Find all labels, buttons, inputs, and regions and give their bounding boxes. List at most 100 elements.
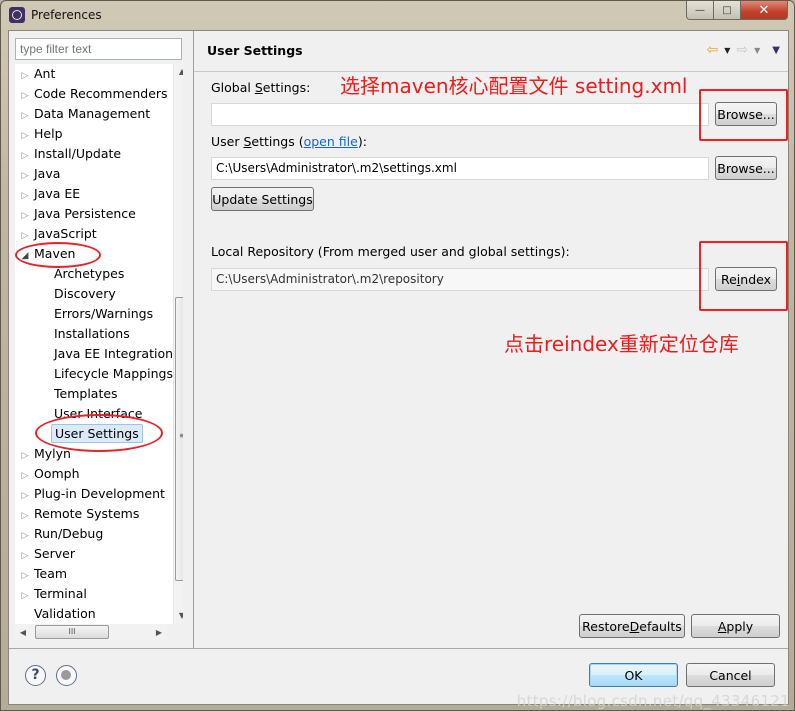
collapsed-twisty-icon[interactable]: ▷ bbox=[19, 86, 31, 106]
collapsed-twisty-icon[interactable]: ▷ bbox=[19, 146, 31, 166]
tree-item[interactable]: ▷ Java EE bbox=[19, 184, 83, 204]
title-bar[interactable]: Preferences — □ ✕ bbox=[1, 1, 794, 31]
collapsed-twisty-icon[interactable]: ▷ bbox=[19, 166, 31, 186]
hscroll-grip-icon: III bbox=[68, 627, 76, 636]
global-settings-input[interactable] bbox=[211, 103, 709, 126]
tree-item-label: Oomph bbox=[34, 466, 80, 481]
collapsed-twisty-icon[interactable]: ▷ bbox=[19, 226, 31, 246]
collapsed-twisty-icon[interactable]: ▷ bbox=[19, 126, 31, 146]
tree-item[interactable]: ▷ Oomph bbox=[19, 464, 83, 484]
forward-history-dropdown-icon[interactable]: ▼ bbox=[754, 46, 760, 55]
tree-item[interactable]: Lifecycle Mappings bbox=[51, 364, 176, 384]
collapsed-twisty-icon[interactable]: ▷ bbox=[19, 66, 31, 86]
tree-item-label: Plug-in Development bbox=[34, 486, 165, 501]
tree-item-label: Help bbox=[34, 126, 63, 141]
local-repository-label: Local Repository (From merged user and g… bbox=[211, 244, 570, 259]
page-title: User Settings bbox=[207, 43, 303, 58]
close-icon: ✕ bbox=[758, 2, 770, 18]
scroll-left-icon[interactable]: ◀ bbox=[15, 624, 31, 641]
collapsed-twisty-icon[interactable]: ▷ bbox=[19, 566, 31, 586]
user-settings-label: User Settings (open file): bbox=[211, 134, 367, 149]
back-arrow-icon[interactable]: ⇦ bbox=[707, 43, 719, 57]
tree-item[interactable]: Validation bbox=[19, 604, 99, 624]
collapsed-twisty-icon[interactable]: ▷ bbox=[19, 106, 31, 126]
annotation-box-browse bbox=[699, 89, 788, 141]
back-history-dropdown-icon[interactable]: ▼ bbox=[724, 46, 730, 55]
filter-input[interactable] bbox=[15, 38, 182, 60]
import-export-icon[interactable] bbox=[56, 665, 77, 686]
tree-item-label: Code Recommenders bbox=[34, 86, 168, 101]
tree-item[interactable]: ▷ Help bbox=[19, 124, 66, 144]
open-file-link[interactable]: open file bbox=[304, 134, 358, 149]
local-repository-field: C:\Users\Administrator\.m2\repository bbox=[211, 268, 709, 291]
collapsed-twisty-icon[interactable]: ▷ bbox=[19, 586, 31, 606]
tree-item[interactable]: Installations bbox=[51, 324, 133, 344]
tree-scroll-thumb[interactable]: ≡ bbox=[175, 297, 183, 581]
annotation-ellipse-user-settings bbox=[35, 414, 163, 452]
collapsed-twisty-icon[interactable]: ▷ bbox=[19, 506, 31, 526]
update-settings-button[interactable]: Update Settings bbox=[211, 187, 314, 211]
tree-item[interactable]: ▷ Terminal bbox=[19, 584, 90, 604]
global-settings-label: Global Settings: bbox=[211, 80, 310, 95]
collapsed-twisty-icon[interactable]: ▷ bbox=[19, 466, 31, 486]
collapsed-twisty-icon[interactable]: ▷ bbox=[19, 446, 31, 466]
tree-vertical-scrollbar[interactable]: ▲ ≡ ▼ bbox=[173, 64, 183, 624]
user-settings-input[interactable]: C:\Users\Administrator\.m2\settings.xml bbox=[211, 157, 709, 180]
tree-item[interactable]: Errors/Warnings bbox=[51, 304, 156, 324]
help-icon[interactable]: ? bbox=[25, 665, 46, 686]
tree-item[interactable]: Java EE Integration bbox=[51, 344, 176, 364]
tree-item-label: Java bbox=[34, 166, 61, 181]
maximize-button[interactable]: □ bbox=[714, 1, 741, 20]
close-button[interactable]: ✕ bbox=[741, 1, 788, 20]
cancel-button[interactable]: Cancel bbox=[686, 663, 775, 687]
mnemonic: A bbox=[717, 618, 727, 634]
window-controls: — □ ✕ bbox=[686, 1, 788, 20]
tree-item[interactable]: ▷ Plug-in Development bbox=[19, 484, 168, 504]
tree-item[interactable]: ▷ Java bbox=[19, 164, 63, 184]
tree-item-label: Java EE Integration bbox=[54, 346, 174, 361]
annotation-ellipse-maven bbox=[15, 242, 101, 268]
label-text: User bbox=[211, 134, 244, 149]
label-text: ettings: bbox=[262, 80, 311, 95]
scroll-down-icon[interactable]: ▼ bbox=[174, 608, 183, 624]
tree-item-label: Data Management bbox=[34, 106, 151, 121]
page-navigation-toolbar: ⇦ ▼ ⇨ ▼ ▼ bbox=[707, 43, 780, 57]
tree-hscroll-thumb[interactable]: III bbox=[35, 625, 109, 639]
tree-item[interactable]: ▷ Java Persistence bbox=[19, 204, 139, 224]
tree-item[interactable]: ▷ Run/Debug bbox=[19, 524, 106, 544]
tree-item[interactable]: ▷ JavaScript bbox=[19, 224, 100, 244]
restore-defaults-button[interactable]: Restore Defaults bbox=[579, 614, 685, 638]
tree-item[interactable]: Templates bbox=[51, 384, 121, 404]
tree-item[interactable]: ▷ Server bbox=[19, 544, 78, 564]
tree-item[interactable]: ▷ Data Management bbox=[19, 104, 153, 124]
ok-button[interactable]: OK bbox=[589, 663, 678, 687]
collapsed-twisty-icon[interactable]: ▷ bbox=[19, 206, 31, 226]
window-title: Preferences bbox=[31, 8, 102, 22]
tree-item-label: Java Persistence bbox=[34, 206, 136, 221]
tree-item[interactable]: ▷ Team bbox=[19, 564, 70, 584]
scroll-right-icon[interactable]: ▶ bbox=[151, 624, 167, 641]
scroll-up-icon[interactable]: ▲ bbox=[174, 64, 183, 80]
label-text: Global bbox=[211, 80, 255, 95]
minimize-button[interactable]: — bbox=[686, 1, 714, 20]
maximize-icon: □ bbox=[722, 4, 732, 16]
tree-horizontal-scrollbar[interactable]: ◀ III ▶ bbox=[15, 624, 167, 641]
tree-item[interactable]: ▷ Install/Update bbox=[19, 144, 124, 164]
tree-item[interactable]: Discovery bbox=[51, 284, 119, 304]
collapsed-twisty-icon[interactable]: ▷ bbox=[19, 526, 31, 546]
scroll-grip-icon: ≡ bbox=[179, 431, 183, 440]
forward-arrow-icon[interactable]: ⇨ bbox=[736, 43, 748, 57]
view-menu-icon[interactable]: ▼ bbox=[772, 45, 780, 56]
collapsed-twisty-icon[interactable]: ▷ bbox=[19, 486, 31, 506]
apply-button[interactable]: Apply bbox=[691, 614, 780, 638]
tree-item-label: JavaScript bbox=[34, 226, 97, 241]
collapsed-twisty-icon[interactable]: ▷ bbox=[19, 546, 31, 566]
tree-item[interactable]: ▷ Code Recommenders bbox=[19, 84, 171, 104]
label-text: efaults bbox=[639, 618, 682, 634]
user-browse-button[interactable]: Browse... bbox=[715, 156, 777, 180]
label-text: pply bbox=[726, 618, 754, 634]
tree-item[interactable]: ▷ Ant bbox=[19, 64, 58, 84]
tree-item-label: Team bbox=[34, 566, 68, 581]
collapsed-twisty-icon[interactable]: ▷ bbox=[19, 186, 31, 206]
tree-item[interactable]: ▷ Remote Systems bbox=[19, 504, 142, 524]
